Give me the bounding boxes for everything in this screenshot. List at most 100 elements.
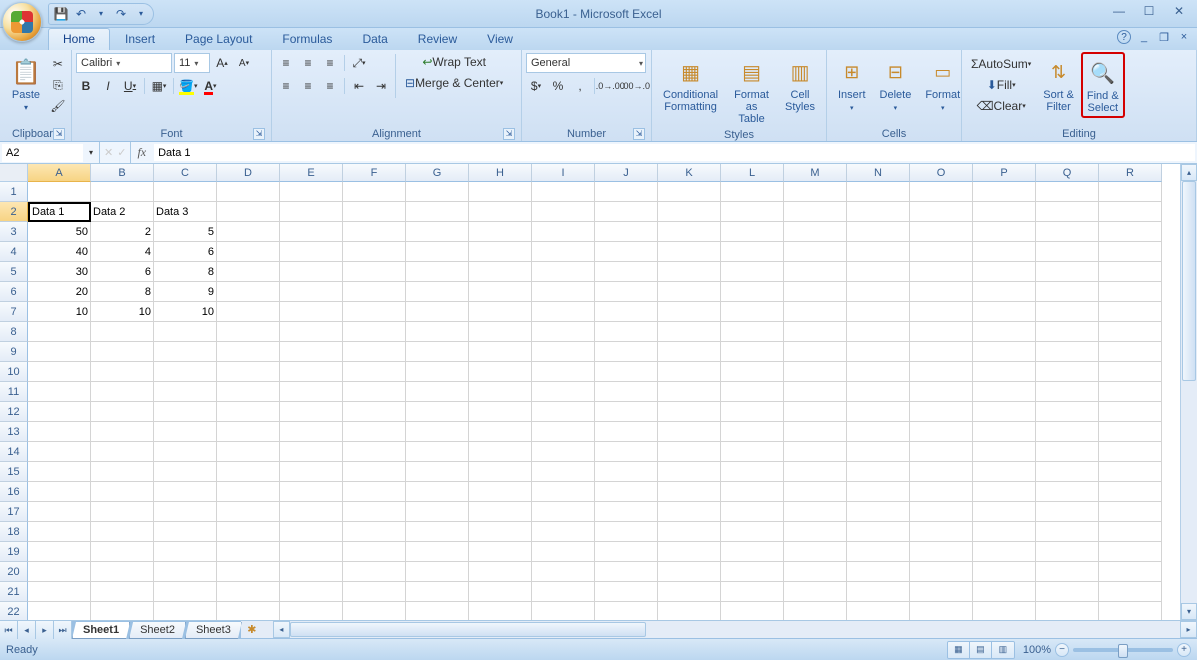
cell-C20[interactable] [154, 562, 217, 582]
cell-J18[interactable] [595, 522, 658, 542]
cell-L14[interactable] [721, 442, 784, 462]
col-header-D[interactable]: D [217, 164, 280, 182]
row-header-9[interactable]: 9 [0, 342, 28, 362]
cell-R2[interactable] [1099, 202, 1162, 222]
cell-A2[interactable]: Data 1 [28, 202, 91, 222]
cell-H21[interactable] [469, 582, 532, 602]
cell-K21[interactable] [658, 582, 721, 602]
paste-button[interactable]: 📋 Paste▾ [4, 52, 48, 117]
cell-K12[interactable] [658, 402, 721, 422]
col-header-A[interactable]: A [28, 164, 91, 182]
cell-N18[interactable] [847, 522, 910, 542]
redo-icon[interactable]: ↷ [113, 6, 129, 22]
cell-F22[interactable] [343, 602, 406, 620]
col-header-K[interactable]: K [658, 164, 721, 182]
cell-L2[interactable] [721, 202, 784, 222]
cell-A1[interactable] [28, 182, 91, 202]
cell-J8[interactable] [595, 322, 658, 342]
cell-G12[interactable] [406, 402, 469, 422]
cell-C19[interactable] [154, 542, 217, 562]
cell-R19[interactable] [1099, 542, 1162, 562]
cell-Q17[interactable] [1036, 502, 1099, 522]
cell-O18[interactable] [910, 522, 973, 542]
row-header-4[interactable]: 4 [0, 242, 28, 262]
cell-L18[interactable] [721, 522, 784, 542]
cell-K20[interactable] [658, 562, 721, 582]
cell-L20[interactable] [721, 562, 784, 582]
maximize-button[interactable]: ☐ [1135, 2, 1163, 20]
cell-N9[interactable] [847, 342, 910, 362]
cell-P14[interactable] [973, 442, 1036, 462]
cell-D8[interactable] [217, 322, 280, 342]
cell-P10[interactable] [973, 362, 1036, 382]
cell-G15[interactable] [406, 462, 469, 482]
cell-I12[interactable] [532, 402, 595, 422]
cell-N11[interactable] [847, 382, 910, 402]
cell-E6[interactable] [280, 282, 343, 302]
orientation-button[interactable]: ⤢▾ [349, 53, 369, 73]
fill-button[interactable]: ⬇ Fill ▾ [966, 75, 1036, 95]
name-box[interactable]: A2 ▾ [0, 142, 100, 163]
cut-button[interactable]: ✂ [48, 54, 68, 74]
cell-N14[interactable] [847, 442, 910, 462]
zoom-slider[interactable] [1073, 648, 1173, 652]
underline-button[interactable]: U▾ [120, 76, 140, 96]
cell-C7[interactable]: 10 [154, 302, 217, 322]
cell-J22[interactable] [595, 602, 658, 620]
cell-H22[interactable] [469, 602, 532, 620]
cell-R12[interactable] [1099, 402, 1162, 422]
cell-M19[interactable] [784, 542, 847, 562]
tab-page-layout[interactable]: Page Layout [170, 28, 267, 50]
cell-F20[interactable] [343, 562, 406, 582]
cell-F9[interactable] [343, 342, 406, 362]
cell-K2[interactable] [658, 202, 721, 222]
font-size-combo[interactable]: 11▾ [174, 53, 210, 73]
cell-R5[interactable] [1099, 262, 1162, 282]
col-header-H[interactable]: H [469, 164, 532, 182]
cell-A9[interactable] [28, 342, 91, 362]
insert-cells-button[interactable]: ⊞Insert▾ [831, 52, 873, 118]
cell-G11[interactable] [406, 382, 469, 402]
cell-N20[interactable] [847, 562, 910, 582]
cell-J14[interactable] [595, 442, 658, 462]
cell-J20[interactable] [595, 562, 658, 582]
cell-I14[interactable] [532, 442, 595, 462]
format-cells-button[interactable]: ▭Format▾ [918, 52, 967, 118]
number-format-combo[interactable]: General▾ [526, 53, 646, 73]
cell-B18[interactable] [91, 522, 154, 542]
cell-J4[interactable] [595, 242, 658, 262]
cell-O21[interactable] [910, 582, 973, 602]
cell-P17[interactable] [973, 502, 1036, 522]
delete-cells-button[interactable]: ⊟Delete▾ [873, 52, 919, 118]
cell-K19[interactable] [658, 542, 721, 562]
row-header-8[interactable]: 8 [0, 322, 28, 342]
scroll-right-button[interactable]: ▸ [1180, 621, 1197, 638]
cell-A7[interactable]: 10 [28, 302, 91, 322]
col-header-Q[interactable]: Q [1036, 164, 1099, 182]
cell-B3[interactable]: 2 [91, 222, 154, 242]
cell-R3[interactable] [1099, 222, 1162, 242]
cell-I3[interactable] [532, 222, 595, 242]
cell-K15[interactable] [658, 462, 721, 482]
cell-I5[interactable] [532, 262, 595, 282]
cell-A13[interactable] [28, 422, 91, 442]
cell-I18[interactable] [532, 522, 595, 542]
cell-D5[interactable] [217, 262, 280, 282]
cell-J2[interactable] [595, 202, 658, 222]
clear-button[interactable]: ⌫ Clear ▾ [966, 96, 1036, 116]
cell-Q14[interactable] [1036, 442, 1099, 462]
row-header-20[interactable]: 20 [0, 562, 28, 582]
next-sheet-button[interactable]: ▸ [36, 621, 54, 639]
cell-A18[interactable] [28, 522, 91, 542]
cell-B21[interactable] [91, 582, 154, 602]
cell-L12[interactable] [721, 402, 784, 422]
cell-M2[interactable] [784, 202, 847, 222]
cell-B6[interactable]: 8 [91, 282, 154, 302]
col-header-B[interactable]: B [91, 164, 154, 182]
cell-H10[interactable] [469, 362, 532, 382]
close-button[interactable]: ✕ [1165, 2, 1193, 20]
cell-R10[interactable] [1099, 362, 1162, 382]
cell-H13[interactable] [469, 422, 532, 442]
cell-J17[interactable] [595, 502, 658, 522]
qat-customize-icon[interactable]: ▾ [133, 6, 149, 22]
